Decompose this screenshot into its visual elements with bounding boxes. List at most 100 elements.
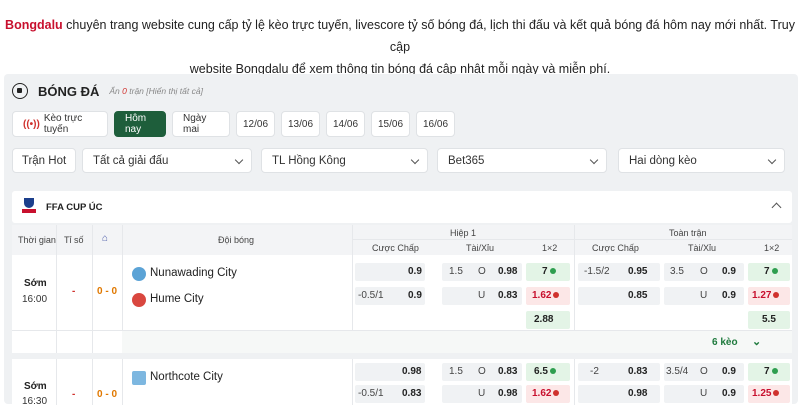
handicap-line: -1.5/2	[584, 266, 610, 277]
hot-matches-button[interactable]: Trận Hot	[12, 148, 76, 173]
odds-value: 0.98	[498, 266, 518, 277]
odds-value: 0.83	[498, 290, 518, 301]
date-tabs: ((•)) Kèo trực tuyến Hôm nay Ngày mai 12/…	[12, 111, 455, 137]
match-time: 16:30	[22, 396, 48, 407]
tab-label: 12/06	[242, 118, 269, 130]
tab-label: 15/06	[377, 118, 404, 130]
brand-link[interactable]: Bongdalu	[5, 18, 63, 32]
chevron-down-icon	[410, 155, 420, 165]
odds-value: 2.88	[534, 314, 554, 325]
bookmaker-value: Bet365	[448, 154, 485, 167]
tab-1406[interactable]: 14/06	[326, 111, 365, 137]
odds-value: 1.62	[532, 388, 560, 399]
league-select-value: Tất cả giải đấu	[93, 154, 169, 167]
odds-value: 0.83	[498, 366, 518, 377]
tab-1206[interactable]: 12/06	[236, 111, 275, 137]
tab-label: 16/06	[422, 118, 449, 130]
match-status: Sớm	[24, 278, 47, 289]
col-ft-handicap: Cược Chấp	[592, 243, 639, 253]
odds-format-value: TL Hồng Kông	[272, 154, 346, 167]
lines-select[interactable]: Hai dòng kèo	[618, 148, 785, 173]
away-team[interactable]: Hume City	[150, 293, 204, 305]
team-logo-icon	[132, 293, 146, 307]
tab-today[interactable]: Hôm nay	[114, 111, 166, 137]
live-icon: ((•))	[23, 118, 40, 130]
odds-table: Thời gian Tỉ số ⌂ Đội bóng Hiệp 1 Toàn t…	[12, 225, 792, 407]
col-h1-1x2: 1×2	[542, 243, 558, 253]
odds-value: 0.9	[722, 290, 736, 301]
intro-text: Bongdalu chuyên trang website cung cấp t…	[0, 14, 800, 80]
ou-line: 1.5	[449, 266, 463, 277]
col-half: Hiệp 1	[450, 228, 477, 238]
score-dash: -	[72, 286, 76, 297]
section-title: BÓNG ĐÁ	[38, 83, 100, 99]
tab-label: 14/06	[332, 118, 359, 130]
odds-value: 0.9	[408, 290, 422, 301]
odds-value: 0.98	[498, 388, 518, 399]
hidden-prefix: Ẩn	[109, 86, 123, 96]
home-team[interactable]: Northcote City	[150, 371, 223, 383]
tab-1606[interactable]: 16/06	[416, 111, 455, 137]
trophy-icon	[22, 198, 36, 216]
tab-label: Ngày mai	[183, 113, 207, 135]
tab-label: 13/06	[287, 118, 314, 130]
chevron-down-icon	[767, 155, 777, 165]
score-dash: -	[72, 389, 76, 400]
odds-value: 0.85	[628, 290, 648, 301]
tab-live-odds[interactable]: ((•)) Kèo trực tuyến	[12, 111, 108, 137]
match-time: 16:00	[22, 294, 48, 305]
home-team[interactable]: Nunawading City	[150, 267, 237, 279]
bookmaker-select[interactable]: Bet365	[437, 148, 607, 173]
league-select[interactable]: Tất cả giải đấu	[82, 148, 252, 173]
odds-value: 0.95	[628, 266, 648, 277]
odds-value: 5.5	[762, 314, 776, 325]
over-label: O	[478, 366, 486, 377]
odds-value: 0.9	[408, 266, 422, 277]
col-team: Đội bóng	[218, 235, 255, 245]
hidden-matches-toggle[interactable]: Ẩn 0 trận [Hiển thị tất cả]	[109, 86, 203, 96]
ou-line: 1.5	[449, 366, 463, 377]
odds-value: 0.9	[722, 388, 736, 399]
over-label: O	[700, 366, 708, 377]
hidden-suffix: trận [Hiển thị tất cả]	[126, 86, 203, 96]
section-header: BÓNG ĐÁ Ẩn 0 trận [Hiển thị tất cả]	[12, 80, 203, 102]
league-header[interactable]: FFA CUP ÚC	[12, 191, 792, 223]
odds-value: 0.98	[628, 388, 648, 399]
tab-tomorrow[interactable]: Ngày mai	[172, 111, 230, 137]
ou-line: 3.5	[670, 266, 684, 277]
odds-cell[interactable]	[578, 287, 660, 305]
chevron-up-icon[interactable]	[771, 202, 782, 213]
chevron-down-icon	[589, 155, 599, 165]
col-time: Thời gian	[18, 235, 56, 245]
col-ft-ou: Tài/Xỉu	[688, 243, 717, 253]
league-name: FFA CUP ÚC	[46, 201, 103, 213]
chevron-down-icon[interactable]: ⌄	[752, 335, 761, 348]
tab-1506[interactable]: 15/06	[371, 111, 410, 137]
tab-1306[interactable]: 13/06	[281, 111, 320, 137]
more-odds-link[interactable]: 6 kèo	[712, 337, 738, 348]
odds-cell[interactable]	[578, 385, 660, 403]
tab-label: Kèo trực tuyến	[43, 113, 83, 135]
up-arrow-icon	[771, 368, 778, 375]
odds-value: 6.5	[534, 366, 556, 377]
up-arrow-icon	[549, 368, 556, 375]
col-h1-ou: Tài/Xỉu	[466, 243, 495, 253]
col-ft-1x2: 1×2	[764, 243, 780, 253]
handicap-line: -0.5/1	[358, 290, 384, 301]
up-arrow-icon	[771, 268, 778, 275]
odds-value: 0.83	[628, 366, 648, 377]
down-arrow-icon	[773, 292, 780, 299]
filter-bar: Trận Hot Tất cả giải đấu TL Hồng Kông Be…	[12, 148, 785, 173]
handicap-line: -0.5/1	[358, 388, 384, 399]
odds-value: 1.62	[532, 290, 560, 301]
under-label: U	[700, 290, 708, 301]
match-status: Sớm	[24, 381, 47, 392]
intro-line1: chuyên trang website cung cấp tỷ lệ kèo …	[62, 18, 795, 54]
odds-value: 0.9	[722, 266, 736, 277]
over-label: O	[700, 266, 708, 277]
down-arrow-icon	[553, 292, 560, 299]
ou-line: 3.5/4	[666, 366, 689, 377]
chevron-down-icon	[234, 155, 244, 165]
odds-value: 1.25	[752, 388, 780, 399]
odds-format-select[interactable]: TL Hồng Kông	[261, 148, 428, 173]
